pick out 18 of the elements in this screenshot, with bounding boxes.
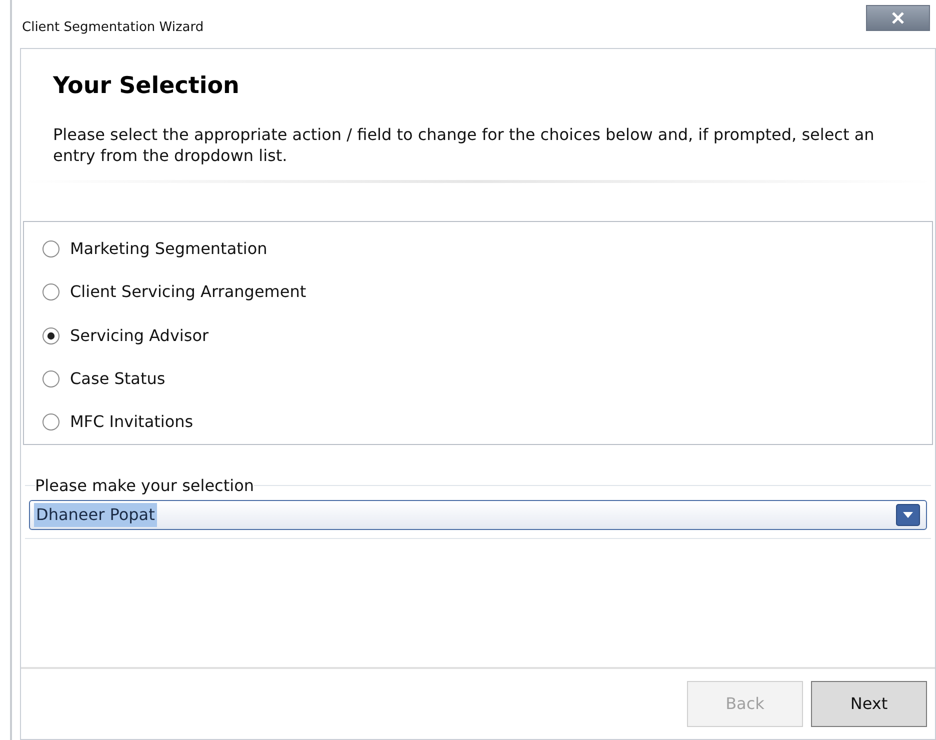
radio-button[interactable] [42,370,60,388]
radio-button[interactable] [42,240,60,258]
instructions-text: Please select the appropriate action / field to change for the choices below and, if prompted, select an entry from the dropdown list. [53,124,876,166]
selected-value: Dhaneer Popat [34,502,157,526]
radio-button[interactable] [42,412,60,431]
radio-option[interactable]: Client Servicing Arrangement [42,270,932,314]
radio-option[interactable]: Marketing Segmentation [42,228,932,271]
page-heading: Your Selection [53,72,240,101]
selection-dropdown[interactable]: Dhaneer Popat [29,500,927,530]
close-icon [891,12,905,24]
radio-option[interactable]: MFC Invitations [42,400,932,444]
radio-option[interactable]: Case Status [42,357,932,400]
radio-option[interactable]: Servicing Advisor [42,314,932,358]
wizard-button[interactable]: Next [811,681,927,727]
radio-button[interactable] [42,326,60,344]
radio-button[interactable] [42,283,60,302]
window-title: Client Segmentation Wizard [22,19,204,38]
close-button[interactable] [866,5,930,31]
